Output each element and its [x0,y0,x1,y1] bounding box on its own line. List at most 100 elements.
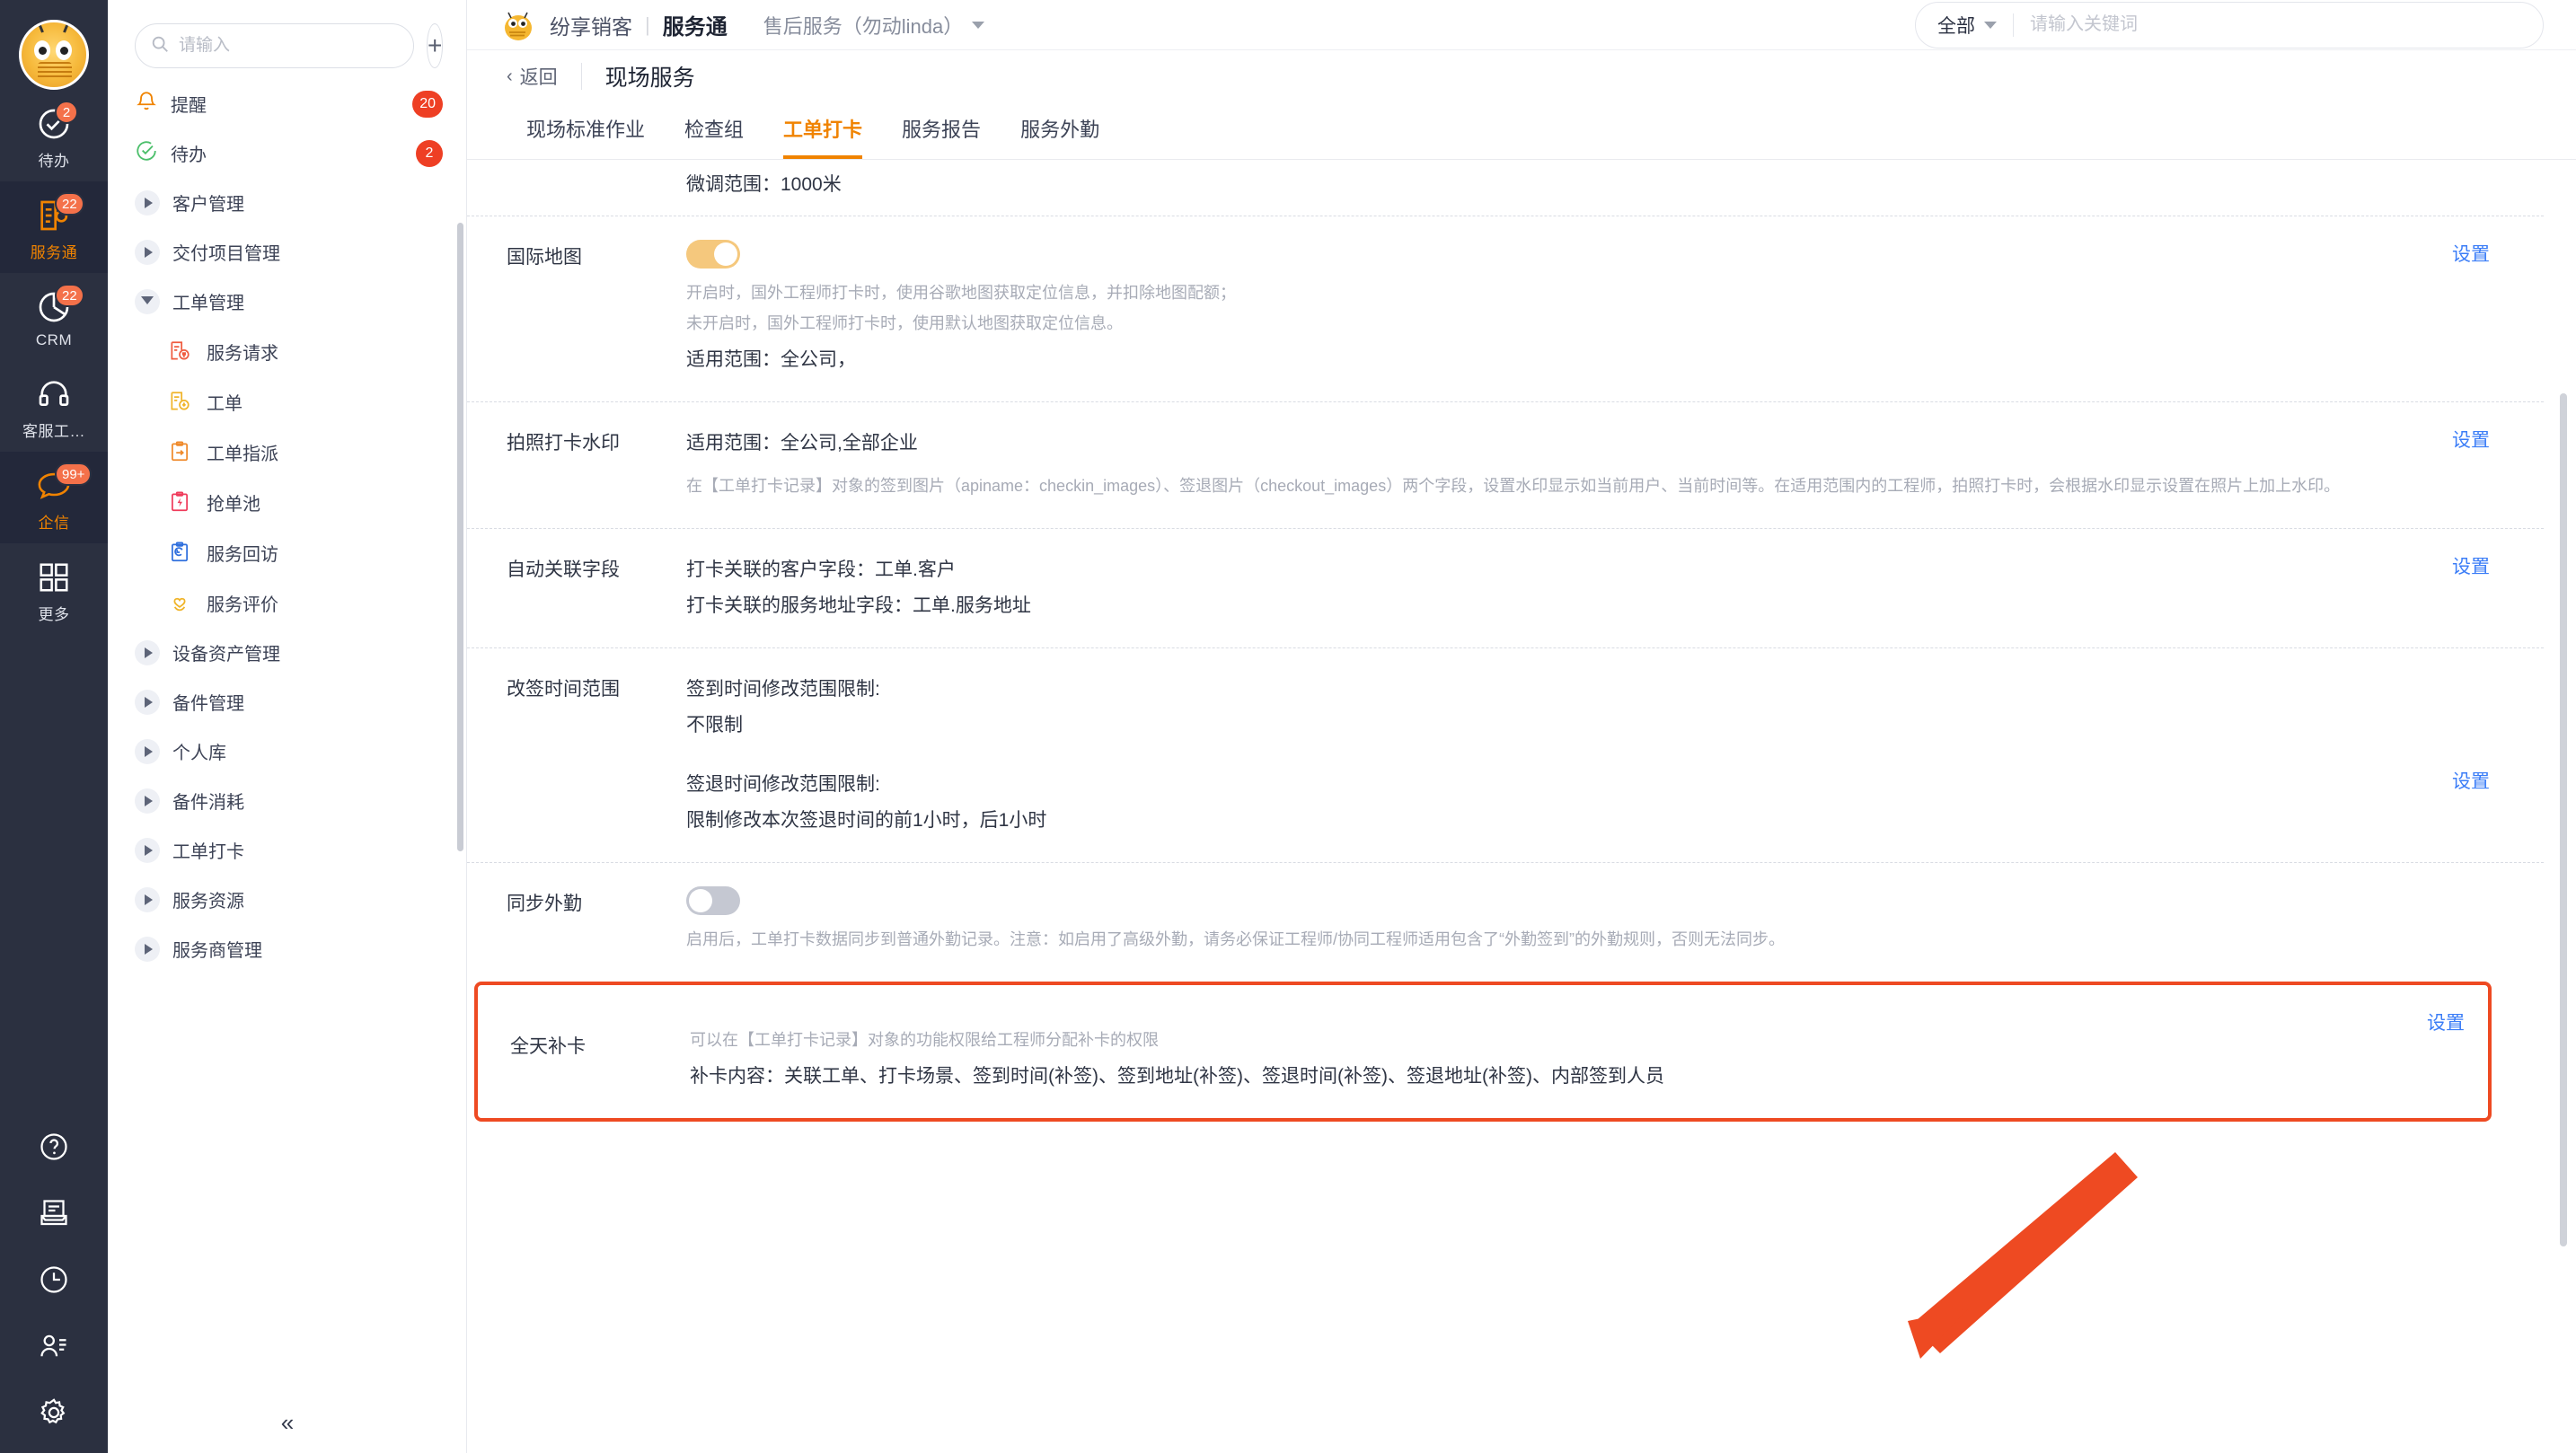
contact-icon[interactable] [37,1329,71,1363]
settings-link[interactable]: 设置 [2452,552,2490,579]
chevron-right-icon[interactable] [135,639,160,665]
brand-logo-icon [499,7,537,43]
nav-search-input[interactable] [179,36,399,56]
rail-item-support[interactable]: 客服工… [0,360,108,452]
sync-attendance-toggle[interactable] [686,886,740,915]
tab-workorder-checkin[interactable]: 工单打卡 [763,114,882,159]
international-map-toggle[interactable] [686,240,740,269]
nav-scrollbar[interactable] [457,223,463,851]
rail-item-more[interactable]: 更多 [0,543,108,635]
nav-item-workorder[interactable]: 工单 [108,376,466,427]
chevron-right-icon[interactable] [135,239,160,265]
bell-icon [135,90,158,119]
nav-group-personal-store[interactable]: 个人库 [108,726,466,776]
nav-item-service-request[interactable]: 服务请求 [108,326,466,376]
nav-item-label: 服务请求 [207,343,278,364]
row-body: 启用后，工单打卡数据同步到普通外勤记录。注意：如启用了高级外勤，请务必保证工程师… [686,886,2544,958]
rail-bottom-group [0,1130,108,1453]
settings-link[interactable]: 设置 [2452,240,2490,267]
pie-chart-icon: 22 [33,284,84,327]
rail-item-label: CRM [35,331,73,348]
chevron-right-icon[interactable] [135,936,160,962]
headset-icon [33,374,75,414]
settings-link[interactable]: 设置 [2452,767,2490,794]
row-body: 签到时间修改范围限制: 不限制 签退时间修改范围限制: 限制修改本次签退时间的前… [686,672,2544,839]
rail-item-qixin[interactable]: 99+ 企信 [0,452,108,543]
nav-group-parts-consumption[interactable]: 备件消耗 [108,776,466,825]
nav-group-customer[interactable]: 客户管理 [108,178,466,227]
brand-separator: | [645,13,650,36]
user-avatar[interactable] [19,20,89,90]
tab-checklist[interactable]: 检查组 [665,114,763,159]
chevron-down-icon[interactable] [135,288,160,314]
page-title: 现场服务 [604,66,695,91]
chevron-right-icon[interactable] [135,738,160,764]
nav-item-reminder[interactable]: 提醒 20 [108,79,466,128]
nav-group-workorder[interactable]: 工单管理 [108,277,466,326]
search-divider [2013,13,2014,37]
clock-icon[interactable] [37,1263,71,1297]
settings-row-photo-watermark: 拍照打卡水印 适用范围：全公司,全部企业 在【工单打卡记录】对象的签到图片（ap… [467,401,2544,528]
nav-add-button[interactable]: + [427,23,444,68]
help-circle-icon[interactable] [37,1130,71,1164]
nav-group-asset[interactable]: 设备资产管理 [108,628,466,677]
global-search[interactable]: 全部 [1915,1,2544,48]
gear-icon[interactable] [37,1396,71,1430]
back-button[interactable]: ‹ 返回 [507,63,558,90]
nav-group-delivery[interactable]: 交付项目管理 [108,227,466,277]
search-scope-select[interactable]: 全部 [1937,12,1997,39]
rail-item-crm[interactable]: 22 CRM [0,273,108,360]
ticket-icon [167,389,192,414]
nav-search-box[interactable] [135,23,414,68]
rail-item-service[interactable]: 22 服务通 [0,181,108,273]
app-switcher[interactable]: 售后服务（勿动linda） [763,11,985,40]
rail-item-todo[interactable]: 2 待办 [0,90,108,181]
nav-item-label: 服务评价 [207,594,278,615]
nav-item-evaluation[interactable]: 服务评价 [108,577,466,628]
inbox-icon[interactable] [37,1196,71,1230]
nav-group-workorder-checkin[interactable]: 工单打卡 [108,825,466,875]
rail-item-label: 更多 [38,606,70,623]
nav-item-assign[interactable]: 工单指派 [108,427,466,477]
tab-standard-work[interactable]: 现场标准作业 [507,114,665,159]
row-body: 适用范围：全公司,全部企业 在【工单打卡记录】对象的签到图片（apiname：c… [686,426,2544,505]
chevron-right-icon[interactable] [135,189,160,216]
row-value-line: 不限制 [686,715,743,735]
chevron-right-icon[interactable] [135,886,160,912]
chevron-left-icon: ‹ [507,66,513,86]
rail-badge: 22 [55,284,84,307]
nav-item-label: 提醒 [171,96,207,116]
nav-item-label: 客户管理 [172,195,244,215]
nav-group-service-resource[interactable]: 服务资源 [108,875,466,924]
sidebar-collapse-button[interactable]: « [108,1409,467,1437]
rail-badge: 2 [55,101,78,124]
chevron-right-icon[interactable] [135,788,160,814]
settings-link[interactable]: 设置 [2427,1008,2465,1035]
chevron-right-icon[interactable] [135,689,160,715]
rail-item-label: 服务通 [30,244,78,261]
row-body: 微调范围：1000米 [686,167,2544,203]
nav-item-label: 备件消耗 [172,793,244,813]
row-value: 微调范围：1000米 [686,174,842,195]
tab-service-field[interactable]: 服务外勤 [1001,114,1119,159]
nav-item-count: 2 [416,139,443,167]
settings-link[interactable]: 设置 [2452,426,2490,453]
nav-group-provider[interactable]: 服务商管理 [108,924,466,973]
content-scrollbar[interactable] [2560,393,2567,1246]
nav-item-revisit[interactable]: 服务回访 [108,527,466,577]
nav-item-label: 备件管理 [172,694,244,714]
global-search-input[interactable] [2030,14,2521,35]
nav-item-grab-pool[interactable]: 抢单池 [108,477,466,527]
nav-group-spare-parts[interactable]: 备件管理 [108,677,466,726]
tab-service-report[interactable]: 服务报告 [882,114,1001,159]
app-rail: 2 待办 22 服务通 22 CRM 客服工… 99+ 企信 更多 [0,0,108,1453]
row-value-line: 签到时间修改范围限制: [686,679,880,700]
chevron-right-icon[interactable] [135,837,160,863]
row-value-line: 打卡关联的客户字段：工单.客户 [686,559,956,580]
row-body: 可以在【工单打卡记录】对象的功能权限给工程师分配补卡的权限 补卡内容：关联工单、… [690,1008,2488,1095]
row-label: 拍照打卡水印 [507,433,620,454]
heart-icon [167,590,192,615]
row-body: 开启时，国外工程师打卡时，使用谷歌地图获取定位信息，并扣除地图配额； 未开启时，… [686,240,2544,378]
row-label: 国际地图 [507,247,582,268]
nav-item-todo[interactable]: 待办 2 [108,128,466,178]
